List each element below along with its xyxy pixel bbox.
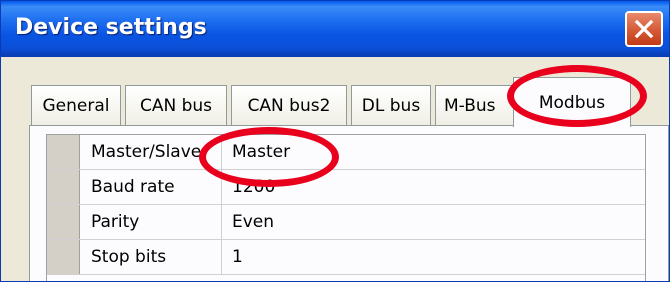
table-row[interactable]: Baud rate 1200 [47, 170, 645, 205]
setting-name: Baud rate [79, 170, 222, 204]
table-row[interactable]: Stop bits 1 [47, 240, 645, 275]
row-header [47, 135, 80, 169]
tab-m-bus[interactable]: M-Bus [435, 85, 519, 125]
window-title: Device settings [15, 15, 207, 40]
setting-value-parity[interactable]: Even [222, 205, 645, 239]
row-header [47, 205, 80, 239]
close-icon [634, 19, 654, 39]
tab-dl-bus[interactable]: DL bus [351, 85, 431, 125]
modbus-panel: Master/Slave Master Baud rate 1200 Parit… [29, 125, 669, 281]
row-header [47, 170, 80, 204]
tab-modbus[interactable]: Modbus [513, 77, 631, 127]
table-row[interactable]: Master/Slave Master [47, 135, 645, 170]
setting-name: Master/Slave [79, 135, 222, 169]
setting-value-stop-bits[interactable]: 1 [222, 240, 645, 274]
setting-value-master-slave[interactable]: Master [222, 135, 645, 169]
setting-name: Stop bits [79, 240, 222, 274]
tab-can-bus2[interactable]: CAN bus2 [231, 85, 347, 125]
settings-grid: Master/Slave Master Baud rate 1200 Parit… [46, 134, 646, 281]
tab-can-bus[interactable]: CAN bus [125, 85, 227, 125]
setting-name: Parity [79, 205, 222, 239]
row-header [47, 240, 80, 274]
tab-strip: General CAN bus CAN bus2 DL bus M-Bus Mo… [1, 57, 669, 127]
setting-value-baud-rate[interactable]: 1200 [222, 170, 645, 204]
title-bar[interactable]: Device settings [1, 1, 669, 57]
tab-general[interactable]: General [31, 85, 121, 125]
close-button[interactable] [625, 11, 663, 47]
table-row[interactable]: Parity Even [47, 205, 645, 240]
device-settings-window: Device settings General CAN bus CAN bus2… [0, 0, 670, 282]
